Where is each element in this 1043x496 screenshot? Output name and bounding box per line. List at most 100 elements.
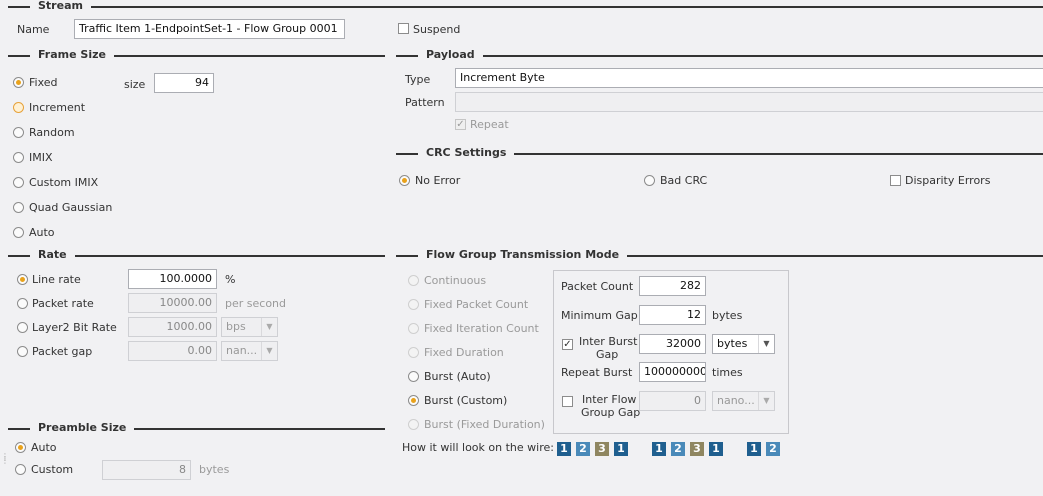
payload-pattern-input[interactable] — [455, 92, 1043, 112]
packet-gap-radio[interactable] — [17, 346, 28, 357]
wire-packet-icon: 2 — [576, 442, 590, 456]
frame-size-option: Random — [29, 126, 75, 139]
payload-type-label: Type — [405, 73, 431, 86]
inter-burst-gap-label-line2: Gap — [596, 348, 619, 361]
minimum-gap-label: Minimum Gap — [561, 309, 638, 322]
layer2-unit-value: bps — [226, 320, 246, 333]
frame-size-imix-radio[interactable] — [13, 152, 24, 163]
packet-rate-input[interactable]: 10000.00 — [128, 293, 217, 313]
section-rate: Rate — [8, 248, 385, 263]
minimum-gap-input[interactable]: 12 — [639, 305, 706, 325]
line-rate-unit: % — [225, 273, 236, 286]
mode-option: Fixed Packet Count — [424, 298, 529, 311]
mode-burst-auto-radio[interactable] — [408, 371, 419, 382]
mode-fixed-duration-radio[interactable] — [408, 347, 419, 358]
frame-size-option: Quad Gaussian — [29, 201, 113, 214]
crc-option: Bad CRC — [660, 174, 708, 187]
packet-rate-label: Packet rate — [32, 297, 94, 310]
packet-rate-unit: per second — [225, 297, 286, 310]
preamble-custom-radio[interactable] — [15, 464, 26, 475]
layer2-bit-rate-radio[interactable] — [17, 322, 28, 333]
frame-size-option: Fixed — [29, 76, 58, 89]
frame-size-input[interactable]: 94 — [154, 73, 214, 93]
preamble-custom-label: Custom — [31, 463, 74, 476]
mode-option: Continuous — [424, 274, 487, 287]
mode-option: Burst (Auto) — [424, 370, 491, 383]
packet-count-input[interactable]: 282 — [639, 276, 706, 296]
repeat-burst-label: Repeat Burst — [561, 366, 633, 379]
frame-size-fixed-radio[interactable] — [13, 77, 24, 88]
frame-size-auto-radio[interactable] — [13, 227, 24, 238]
chevron-down-icon: ▼ — [758, 335, 774, 353]
wire-packet-icon: 2 — [671, 442, 685, 456]
inter-flow-group-gap-label-line1: Inter Flow — [582, 393, 637, 406]
preamble-auto-label: Auto — [31, 441, 57, 454]
repeat-checkbox[interactable]: ✓ — [455, 119, 466, 130]
wire-preview-label: How it will look on the wire: — [402, 441, 554, 454]
section-title: Frame Size — [30, 48, 114, 61]
section-title: Preamble Size — [30, 421, 135, 434]
packet-gap-input[interactable]: 0.00 — [128, 341, 217, 361]
mode-fixed-iteration-count-radio[interactable] — [408, 323, 419, 334]
preamble-unit: bytes — [199, 463, 230, 476]
inter-flow-group-gap-unit-dropdown[interactable]: nano... ▼ — [712, 391, 775, 411]
layer2-bit-rate-unit-dropdown[interactable]: bps ▼ — [221, 317, 278, 337]
repeat-burst-unit: times — [712, 366, 743, 379]
suspend-label: Suspend — [413, 23, 461, 36]
payload-type-dropdown[interactable]: Increment Byte — [455, 68, 1043, 88]
chevron-down-icon: ▼ — [261, 318, 277, 336]
name-input[interactable]: Traffic Item 1-EndpointSet-1 - Flow Grou… — [74, 19, 345, 39]
chevron-down-icon: ▼ — [261, 342, 277, 360]
packet-gap-unit-value: nan... — [226, 344, 258, 357]
section-title: Stream — [30, 0, 91, 12]
crc-bad-crc-radio[interactable] — [644, 175, 655, 186]
mode-burst-fixed-duration-radio[interactable] — [408, 419, 419, 430]
inter-burst-gap-input[interactable]: 32000 — [639, 334, 706, 354]
inter-flow-group-gap-label-line2: Group Gap — [581, 406, 641, 419]
frame-size-quad-gaussian-radio[interactable] — [13, 202, 24, 213]
frame-size-option: Increment — [29, 101, 86, 114]
resize-grip-icon[interactable]: ⋮ ⋮ — [1, 453, 9, 469]
wire-packet-icon: 1 — [747, 442, 761, 456]
crc-no-error-radio[interactable] — [399, 175, 410, 186]
layer2-bit-rate-input[interactable]: 1000.00 — [128, 317, 217, 337]
section-frame-size: Frame Size — [8, 48, 385, 63]
section-stream: Stream — [8, 0, 1043, 14]
wire-packet-icon: 1 — [652, 442, 666, 456]
packet-count-label: Packet Count — [561, 280, 634, 293]
inter-flow-group-gap-checkbox[interactable] — [562, 396, 573, 407]
chevron-down-icon: ▼ — [758, 392, 774, 410]
preamble-auto-radio[interactable] — [15, 442, 26, 453]
disparity-errors-label: Disparity Errors — [905, 174, 991, 187]
preamble-custom-input[interactable]: 8 — [102, 460, 191, 480]
frame-size-option: Custom IMIX — [29, 176, 99, 189]
section-crc: CRC Settings — [396, 146, 1043, 161]
section-flow-group: Flow Group Transmission Mode — [396, 248, 1043, 263]
suspend-checkbox[interactable] — [398, 23, 409, 34]
mode-continuous-radio[interactable] — [408, 275, 419, 286]
frame-size-increment-radio[interactable] — [13, 102, 24, 113]
mode-option: Fixed Duration — [424, 346, 504, 359]
frame-size-random-radio[interactable] — [13, 127, 24, 138]
mode-fixed-packet-count-radio[interactable] — [408, 299, 419, 310]
section-title: Payload — [418, 48, 483, 61]
line-rate-input[interactable]: 100.0000 — [128, 269, 217, 289]
disparity-errors-checkbox[interactable] — [890, 175, 901, 186]
frame-size-custom-imix-radio[interactable] — [13, 177, 24, 188]
inter-flow-group-gap-input[interactable]: 0 — [639, 391, 706, 411]
section-title: Flow Group Transmission Mode — [418, 248, 628, 261]
mode-option: Burst (Custom) — [424, 394, 508, 407]
inter-burst-gap-unit-dropdown[interactable]: bytes ▼ — [712, 334, 775, 354]
packet-rate-radio[interactable] — [17, 298, 28, 309]
mode-burst-custom-radio[interactable] — [408, 395, 419, 406]
wire-packet-icon: 1 — [614, 442, 628, 456]
inter-flow-group-gap-unit-value: nano... — [717, 394, 755, 407]
inter-burst-gap-label-line1: Inter Burst — [579, 335, 638, 348]
line-rate-radio[interactable] — [17, 274, 28, 285]
repeat-burst-input[interactable]: 100000000 — [639, 362, 706, 382]
packet-gap-unit-dropdown[interactable]: nan... ▼ — [221, 341, 278, 361]
wire-packet-icon: 3 — [595, 442, 609, 456]
section-preamble: Preamble Size — [8, 421, 385, 436]
frame-size-option: IMIX — [29, 151, 53, 164]
inter-burst-gap-checkbox[interactable]: ✓ — [562, 339, 573, 350]
